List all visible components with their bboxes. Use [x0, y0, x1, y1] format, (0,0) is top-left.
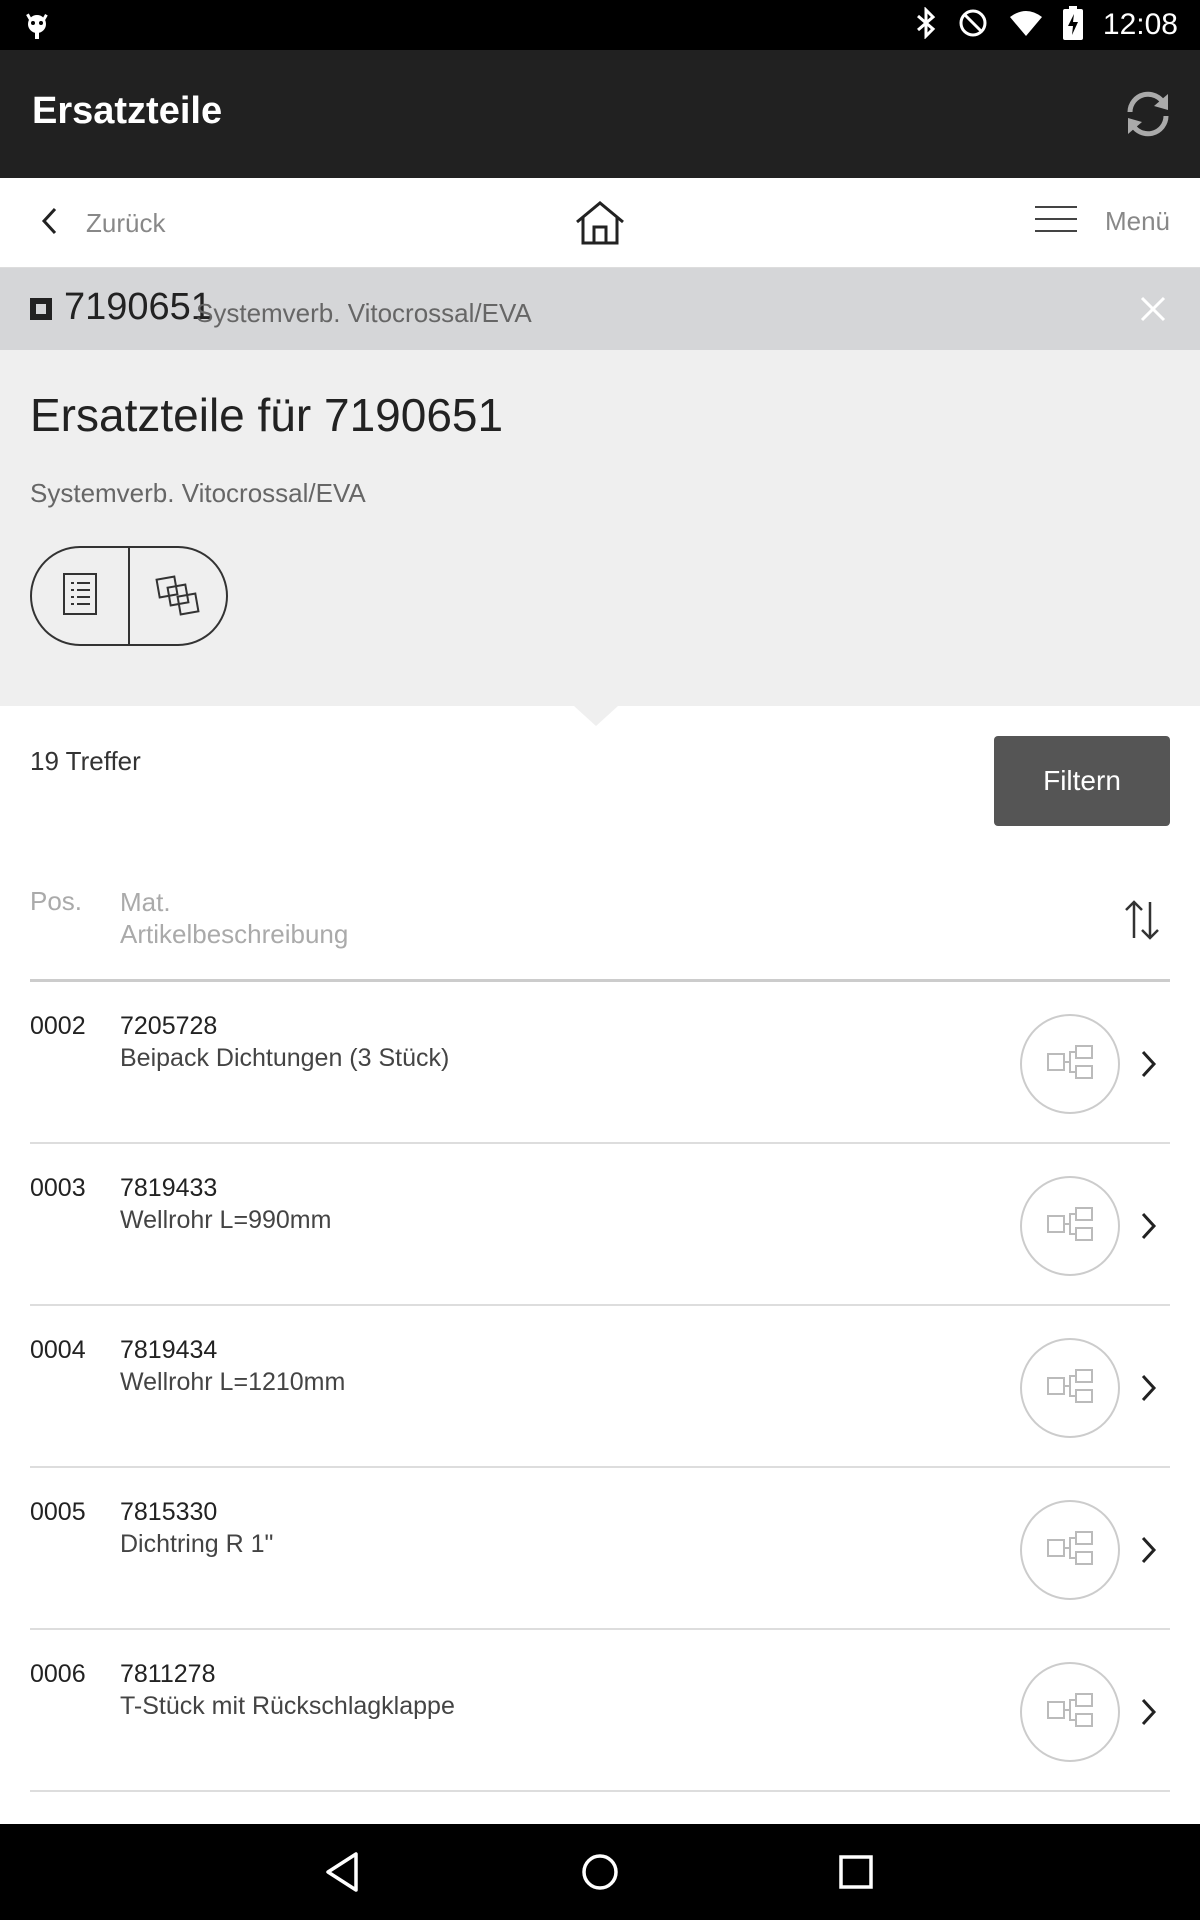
exploded-view-icon [155, 571, 201, 622]
diagram-link-icon [1046, 1692, 1094, 1733]
diagram-link-icon [1046, 1530, 1094, 1571]
status-bar: 12:08 [0, 0, 1200, 50]
chevron-right-icon[interactable] [1136, 1534, 1160, 1566]
status-time: 12:08 [1102, 8, 1178, 41]
list-view-icon [62, 572, 98, 621]
exploded-view-button[interactable] [128, 548, 226, 644]
table-row[interactable]: 0006 7811278 T-Stück mit Rückschlagklapp… [30, 1630, 1170, 1792]
diagram-link-icon [1046, 1044, 1094, 1085]
menu-label: Menü [1104, 206, 1170, 236]
back-label: Zurück [86, 208, 166, 238]
row-pos: 0002 [30, 1012, 86, 1040]
battery-charging-icon [1062, 5, 1083, 45]
checkbox-square-icon [30, 298, 52, 320]
row-mat: 7815330 [120, 1498, 218, 1526]
close-icon[interactable] [1136, 292, 1170, 326]
table-row[interactable]: 0005 7815330 Dichtring R 1" [30, 1468, 1170, 1630]
chevron-right-icon[interactable] [1136, 1372, 1160, 1404]
app-title: Ersatzteile [32, 90, 223, 132]
sort-icon[interactable] [1122, 898, 1162, 942]
refresh-icon[interactable] [1120, 86, 1176, 142]
table-row[interactable]: 0002 7205728 Beipack Dichtungen (3 Stück… [30, 982, 1170, 1144]
chevron-left-icon [40, 206, 58, 241]
do-not-disturb-icon [957, 7, 989, 44]
table-header: Pos. Mat. Artikelbeschreibung [30, 884, 1170, 982]
diagram-link-icon [1046, 1206, 1094, 1247]
row-description: T-Stück mit Rückschlagklappe [120, 1692, 455, 1720]
filter-button[interactable]: Filtern [994, 736, 1170, 826]
view-toggle [30, 546, 228, 646]
row-description: Dichtring R 1" [120, 1530, 274, 1558]
row-description: Beipack Dichtungen (3 Stück) [120, 1044, 450, 1072]
wifi-icon [1009, 9, 1043, 42]
system-home-icon[interactable] [576, 1848, 624, 1896]
chevron-right-icon[interactable] [1136, 1696, 1160, 1728]
show-in-diagram-button[interactable] [1020, 1338, 1120, 1438]
row-description: Wellrohr L=990mm [120, 1206, 332, 1234]
app-bar: Ersatzteile [0, 50, 1200, 178]
navigation-bar: Zurück Menü [0, 178, 1200, 268]
row-pos: 0004 [30, 1336, 86, 1364]
show-in-diagram-button[interactable] [1020, 1176, 1120, 1276]
list-view-button[interactable] [32, 548, 128, 644]
row-mat: 7819433 [120, 1174, 218, 1202]
menu-button[interactable]: Menü [1034, 204, 1170, 239]
parts-list: 0002 7205728 Beipack Dichtungen (3 Stück… [30, 982, 1170, 1792]
row-pos: 0005 [30, 1498, 86, 1526]
row-description: Wellrohr L=1210mm [120, 1368, 346, 1396]
system-recents-icon[interactable] [832, 1848, 880, 1896]
section-notch [574, 706, 618, 726]
row-mat: 7811278 [120, 1660, 216, 1688]
page-subtitle: Systemverb. Vitocrossal/EVA [30, 478, 366, 508]
show-in-diagram-button[interactable] [1020, 1500, 1120, 1600]
android-debug-icon [22, 10, 52, 45]
column-header-description: Artikelbeschreibung [120, 919, 349, 949]
show-in-diagram-button[interactable] [1020, 1662, 1120, 1762]
column-header-mat: Mat. Artikelbeschreibung [120, 886, 348, 950]
back-button[interactable]: Zurück [40, 206, 165, 241]
show-in-diagram-button[interactable] [1020, 1014, 1120, 1114]
page-title: Ersatzteile für 7190651 [30, 389, 504, 441]
chevron-right-icon[interactable] [1136, 1048, 1160, 1080]
diagram-link-icon [1046, 1368, 1094, 1409]
home-icon[interactable] [574, 200, 626, 246]
row-pos: 0003 [30, 1174, 86, 1202]
row-mat: 7205728 [120, 1012, 218, 1040]
bluetooth-icon [915, 5, 937, 44]
parts-header: Ersatzteile für 7190651 Systemverb. Vito… [0, 350, 1200, 706]
item-number: 7190651 [64, 286, 212, 328]
selected-item-bar: 7190651 Systemverb. Vitocrossal/EVA [0, 268, 1200, 350]
system-back-icon[interactable] [320, 1848, 368, 1896]
column-header-pos: Pos. [30, 886, 83, 916]
row-pos: 0006 [30, 1660, 86, 1688]
row-mat: 7819434 [120, 1336, 218, 1364]
system-navigation-bar [0, 1824, 1200, 1920]
table-row[interactable]: 0004 7819434 Wellrohr L=1210mm [30, 1306, 1170, 1468]
results-count: 19 Treffer [30, 746, 141, 776]
hamburger-icon [1034, 204, 1077, 239]
item-description: Systemverb. Vitocrossal/EVA [196, 298, 532, 328]
column-header-mat-label: Mat. [120, 887, 171, 917]
chevron-right-icon[interactable] [1136, 1210, 1160, 1242]
table-row[interactable]: 0003 7819433 Wellrohr L=990mm [30, 1144, 1170, 1306]
